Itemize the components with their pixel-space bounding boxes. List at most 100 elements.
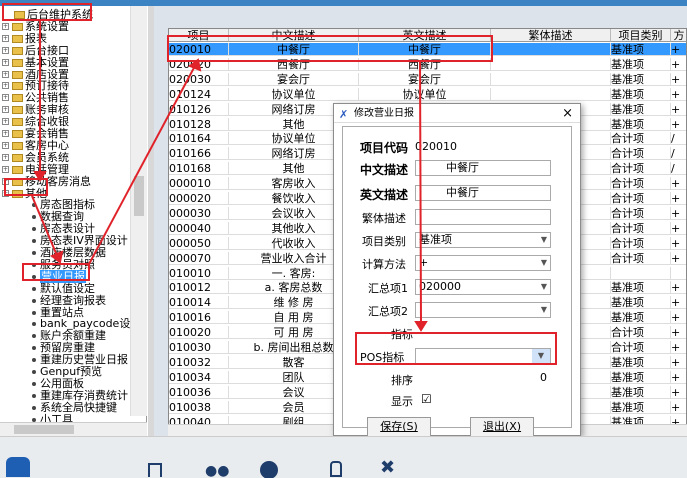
- sum1-select[interactable]: 020000 ▼: [415, 279, 551, 295]
- table-cell: 协议单位: [359, 87, 491, 101]
- bullet-icon: [32, 239, 36, 244]
- table-cell: 基准项: [611, 311, 671, 325]
- table-cell: 合计项: [611, 251, 671, 265]
- home-icon[interactable]: [260, 461, 278, 478]
- table-cell: /: [671, 162, 686, 175]
- table-cell: 010020: [169, 326, 229, 340]
- tree-horizontal-scrollbar[interactable]: [0, 422, 147, 436]
- folder-icon: [12, 153, 23, 162]
- calc-select[interactable]: + ▼: [415, 255, 551, 271]
- en-desc-field[interactable]: 中餐厅: [415, 185, 551, 201]
- calc-label: 计算方法: [362, 258, 406, 271]
- table-cell: +: [671, 296, 686, 309]
- table-cell: 中餐厅: [229, 43, 359, 56]
- sort-field[interactable]: 0: [415, 371, 551, 385]
- table-cell: 010124: [169, 87, 229, 101]
- folder-icon: [12, 34, 23, 43]
- document-icon[interactable]: [148, 463, 162, 477]
- table-cell: 000020: [169, 192, 229, 205]
- table-cell: 010038: [169, 400, 229, 414]
- chevron-down-icon: ▼: [540, 305, 547, 314]
- table-cell: [491, 43, 611, 56]
- folder-icon: [12, 177, 23, 186]
- table-cell: 000040: [169, 221, 229, 235]
- bullet-icon: [32, 310, 36, 315]
- expand-icon[interactable]: +: [2, 189, 9, 197]
- table-cell: +: [671, 207, 686, 220]
- table-cell: [611, 266, 671, 280]
- table-row[interactable]: 020030 宴会厅 宴会厅 基准项 +: [169, 72, 686, 86]
- expand-icon[interactable]: +: [2, 58, 9, 66]
- expand-icon[interactable]: +: [2, 141, 9, 149]
- bullet-icon: [32, 405, 36, 410]
- chevron-down-icon: ▼: [540, 282, 547, 291]
- taskbar: ●● ✖: [0, 436, 687, 478]
- expand-icon[interactable]: +: [2, 165, 9, 173]
- close-icon[interactable]: ×: [562, 104, 573, 123]
- table-cell: 000050: [169, 236, 229, 250]
- cn-label: 中文描述: [360, 163, 409, 177]
- table-row[interactable]: 020010 中餐厅 中餐厅 基准项 +: [169, 43, 686, 56]
- table-row[interactable]: 010124 协议单位 协议单位 基准项 +: [169, 87, 686, 101]
- expand-icon[interactable]: +: [2, 34, 9, 42]
- expand-icon[interactable]: +: [2, 106, 9, 114]
- bullet-icon: [32, 227, 36, 232]
- table-cell: +: [671, 356, 686, 369]
- table-cell: +: [671, 311, 686, 324]
- column-header[interactable]: 方: [671, 29, 686, 42]
- table-cell: 010164: [169, 132, 229, 146]
- table-cell: 合计项: [611, 192, 671, 205]
- expand-icon[interactable]: +: [2, 130, 9, 137]
- user-group-icon[interactable]: ●●: [205, 463, 229, 478]
- folder-icon: [12, 70, 23, 79]
- table-cell: 010032: [169, 355, 229, 369]
- sum2-select[interactable]: ▼: [415, 302, 551, 318]
- tools-icon[interactable]: ✖: [380, 457, 395, 478]
- expand-icon[interactable]: +: [2, 177, 9, 185]
- column-header[interactable]: 项目类别: [611, 29, 671, 42]
- expand-icon[interactable]: +: [2, 153, 9, 161]
- expand-icon[interactable]: +: [2, 22, 9, 30]
- table-cell: 合计项: [611, 341, 671, 354]
- expand-icon[interactable]: +: [2, 82, 9, 90]
- exit-button[interactable]: 退出(X): [470, 417, 534, 437]
- folder-icon: [12, 141, 23, 150]
- table-cell: 合计项: [611, 206, 671, 220]
- bullet-icon: [32, 346, 36, 351]
- expand-icon[interactable]: +: [2, 70, 9, 78]
- pos-select[interactable]: ▼: [415, 348, 551, 364]
- table-cell: +: [671, 103, 686, 116]
- bullet-icon: [32, 298, 36, 303]
- table-cell: 合计项: [611, 221, 671, 235]
- table-cell: +: [671, 73, 686, 86]
- column-header[interactable]: 项目: [169, 29, 229, 42]
- show-checkbox[interactable]: ☑: [421, 392, 432, 406]
- lock-icon[interactable]: [330, 461, 342, 477]
- table-cell: 合计项: [611, 162, 671, 176]
- table-cell: 合计项: [611, 177, 671, 191]
- column-header[interactable]: 繁体描述: [491, 29, 611, 42]
- tree-vertical-scrollbar[interactable]: [130, 6, 147, 416]
- cn-desc-field[interactable]: 中餐厅: [415, 160, 551, 176]
- table-cell: +: [671, 192, 686, 205]
- save-button[interactable]: 保存(S): [367, 417, 431, 437]
- table-cell: 000010: [169, 177, 229, 191]
- table-cell: 合计项: [611, 132, 671, 146]
- table-cell: [671, 267, 686, 280]
- expand-icon[interactable]: +: [2, 118, 9, 126]
- table-cell: 基准项: [611, 296, 671, 310]
- expand-icon[interactable]: +: [2, 46, 9, 54]
- table-cell: 010036: [169, 385, 229, 399]
- table-cell: 西餐厅: [229, 57, 359, 71]
- type-select[interactable]: 基准项 ▼: [415, 232, 551, 248]
- tw-label: 繁体描述: [362, 212, 406, 225]
- column-header[interactable]: 中文描述: [229, 29, 359, 42]
- table-cell: +: [671, 222, 686, 235]
- table-cell: 宴会厅: [229, 72, 359, 86]
- table-row[interactable]: 020020 西餐厅 西餐厅 基准项 +: [169, 57, 686, 71]
- tw-desc-field[interactable]: [415, 209, 551, 225]
- table-cell: 010168: [169, 162, 229, 176]
- app-taskbar-icon[interactable]: [6, 457, 30, 477]
- column-header[interactable]: 英文描述: [359, 29, 491, 42]
- expand-icon[interactable]: +: [2, 94, 9, 102]
